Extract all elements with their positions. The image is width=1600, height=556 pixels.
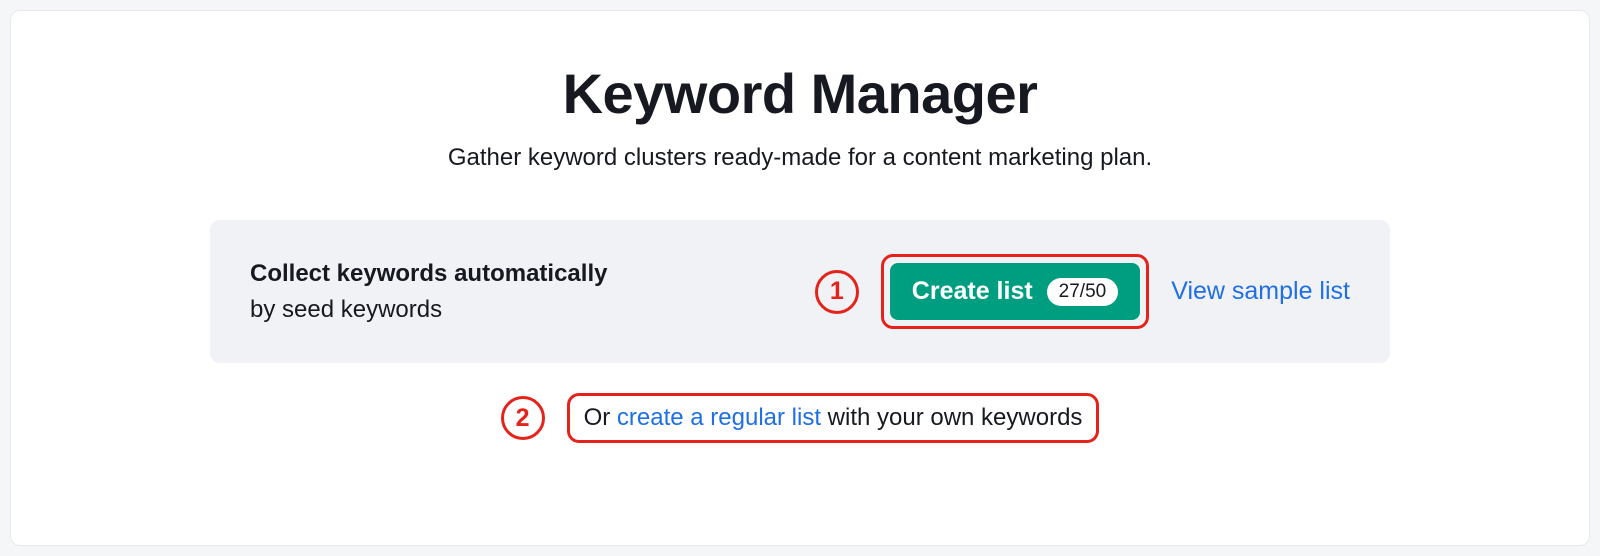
create-list-count-pill: 27/50 (1047, 278, 1119, 306)
alt-prefix: Or (584, 404, 617, 431)
annotation-highlight-2: Or create a regular list with your own k… (567, 393, 1100, 443)
create-regular-list-link[interactable]: create a regular list (617, 404, 821, 431)
annotation-highlight-1: Create list 27/50 (881, 254, 1149, 329)
page-subtitle: Gather keyword clusters ready-made for a… (448, 144, 1152, 172)
alt-option-row: 2 Or create a regular list with your own… (501, 393, 1100, 443)
auto-collect-line2: by seed keywords (250, 296, 442, 323)
annotation-marker-2: 2 (501, 396, 545, 440)
view-sample-list-link[interactable]: View sample list (1171, 277, 1350, 306)
page-title: Keyword Manager (563, 61, 1038, 126)
alt-suffix: with your own keywords (821, 404, 1082, 431)
create-list-button-label: Create list (912, 277, 1033, 306)
annotation-marker-1: 1 (815, 270, 859, 314)
auto-collect-line1: Collect keywords automatically (250, 260, 607, 287)
auto-collect-text: Collect keywords automatically by seed k… (250, 256, 607, 328)
create-list-button[interactable]: Create list 27/50 (890, 263, 1140, 320)
keyword-manager-card: Keyword Manager Gather keyword clusters … (10, 10, 1590, 546)
auto-collect-right: 1 Create list 27/50 View sample list (815, 254, 1350, 329)
auto-collect-option-box: Collect keywords automatically by seed k… (210, 220, 1390, 363)
